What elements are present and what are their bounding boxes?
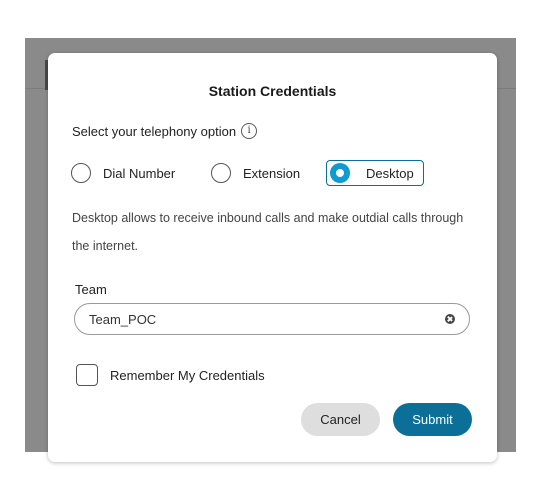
option-extension-label: Extension xyxy=(243,165,301,181)
option-extension[interactable]: Extension xyxy=(211,160,300,186)
team-select[interactable]: Team_POC xyxy=(74,303,470,335)
telephony-prompt-label: Select your telephony option xyxy=(72,123,237,139)
radio-dial-number[interactable] xyxy=(71,163,91,183)
remember-checkbox[interactable] xyxy=(76,364,98,386)
telephony-prompt: Select your telephony option i xyxy=(72,123,258,139)
option-desktop[interactable]: Desktop xyxy=(326,160,424,186)
clear-icon[interactable] xyxy=(445,314,455,324)
cancel-button[interactable]: Cancel xyxy=(301,403,380,436)
option-desktop-label: Desktop xyxy=(366,165,414,181)
dialog-title: Station Credentials xyxy=(208,83,337,99)
info-icon[interactable]: i xyxy=(241,123,258,139)
remember-credentials[interactable]: Remember My Credentials xyxy=(76,364,265,386)
submit-button[interactable]: Submit xyxy=(393,403,472,436)
option-dial-number[interactable]: Dial Number xyxy=(71,160,175,186)
option-dial-number-label: Dial Number xyxy=(103,165,176,181)
team-value: Team_POC xyxy=(89,311,157,327)
option-description: Desktop allows to receive inbound calls … xyxy=(72,211,464,253)
radio-extension[interactable] xyxy=(211,163,231,183)
remember-label: Remember My Credentials xyxy=(110,367,265,383)
station-credentials-dialog: Station Credentials Select your telephon… xyxy=(48,53,497,462)
radio-desktop[interactable] xyxy=(330,163,350,183)
team-label: Team xyxy=(75,282,107,297)
